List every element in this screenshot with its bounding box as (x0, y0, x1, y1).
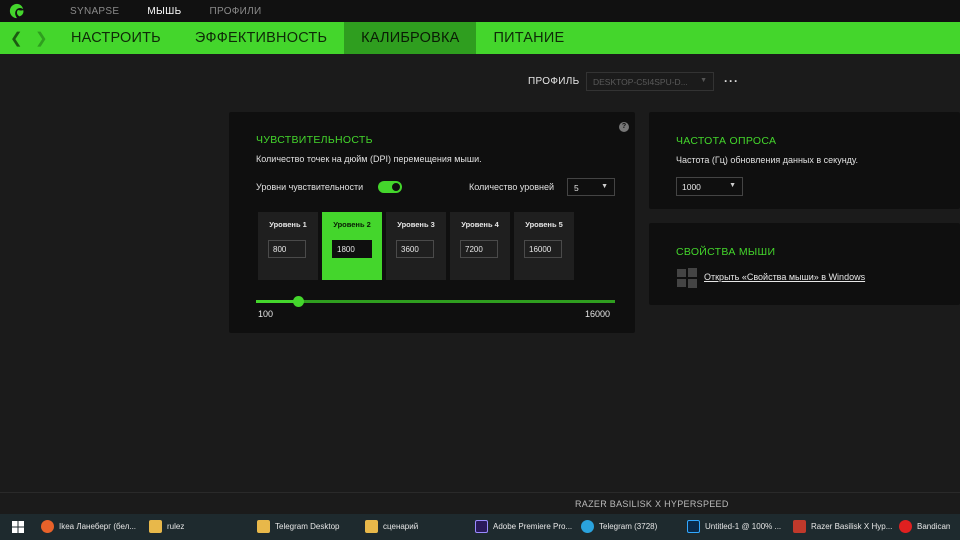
more-options-icon[interactable]: ··· (724, 74, 739, 88)
taskbar-label: Telegram (3728) (599, 521, 658, 531)
taskbar-item-scenario[interactable]: сценарий (360, 514, 470, 540)
profile-label: ПРОФИЛЬ (528, 76, 580, 87)
dpi-slider-min: 100 (258, 309, 274, 319)
taskbar-item-firefox[interactable]: Ikea Ланеберг (бел... (36, 514, 144, 540)
taskbar-label: Adobe Premiere Pro... (493, 521, 573, 531)
nav-synapse[interactable]: SYNAPSE (70, 6, 119, 17)
forward-arrow-icon[interactable]: ❯ (35, 29, 48, 47)
premiere-icon (475, 519, 488, 533)
dpi-level-input[interactable]: 16000 (524, 240, 562, 258)
dpi-slider-max: 16000 (585, 309, 611, 319)
taskbar-item-telegram[interactable]: Telegram (3728) (576, 514, 682, 540)
tab-power[interactable]: ПИТАНИЕ (476, 22, 581, 54)
folder-icon (149, 519, 162, 533)
tab-calibration[interactable]: КАЛИБРОВКА (344, 22, 477, 54)
dpi-level-name: Уровень 4 (461, 220, 499, 229)
dpi-level-5[interactable]: Уровень 5 16000 (514, 212, 574, 280)
dpi-level-input[interactable]: 800 (268, 240, 306, 258)
dpi-level-3[interactable]: Уровень 3 3600 (386, 212, 446, 280)
polling-rate-select[interactable]: 1000 ▼ (676, 177, 743, 196)
razer-icon (793, 519, 806, 533)
nav-mouse[interactable]: МЫШЬ (147, 6, 181, 17)
dpi-level-input[interactable]: 7200 (460, 240, 498, 258)
bandicam-icon (899, 519, 912, 533)
polling-description: Частота (Гц) обновления данных в секунду… (676, 155, 859, 165)
windows-start-icon (12, 521, 24, 533)
tab-customize[interactable]: НАСТРОИТЬ (54, 22, 178, 54)
open-mouse-properties-link[interactable]: Открыть «Свойства мыши» в Windows (704, 272, 865, 282)
telegram-icon (581, 519, 594, 533)
level-count-label: Количество уровней (469, 182, 555, 192)
windows-taskbar: Ikea Ланеберг (бел... rulez Telegram Des… (0, 514, 960, 540)
dpi-level-name: Уровень 1 (269, 220, 307, 229)
dpi-level-name: Уровень 3 (397, 220, 435, 229)
top-bar: SYNAPSE МЫШЬ ПРОФИЛИ (0, 0, 960, 22)
tab-performance[interactable]: ЭФФЕКТИВНОСТЬ (178, 22, 344, 54)
dpi-level-input[interactable]: 3600 (396, 240, 434, 258)
nav-profiles[interactable]: ПРОФИЛИ (209, 6, 261, 17)
dpi-level-1[interactable]: Уровень 1 800 (258, 212, 318, 280)
taskbar-label: Ikea Ланеберг (бел... (59, 521, 137, 531)
chevron-down-icon: ▼ (601, 183, 608, 190)
start-button[interactable] (0, 514, 36, 540)
taskbar-item-photoshop[interactable]: Untitled-1 @ 100% ... (682, 514, 788, 540)
firefox-icon (41, 519, 54, 533)
device-status-bar: RAZER BASILISK X HYPERSPEED (0, 492, 960, 514)
dpi-level-4[interactable]: Уровень 4 7200 (450, 212, 510, 280)
polling-rate-value: 1000 (682, 182, 701, 192)
sensitivity-levels-label: Уровни чувствительности (256, 182, 364, 192)
taskbar-item-bandicam[interactable]: Bandicam (894, 514, 950, 540)
dpi-level-name: Уровень 2 (333, 220, 371, 229)
taskbar-item-rulez[interactable]: rulez (144, 514, 252, 540)
toggle-knob (391, 182, 401, 192)
razer-logo-icon (9, 3, 24, 19)
chevron-down-icon: ▼ (729, 182, 736, 189)
photoshop-icon (687, 519, 700, 533)
folder-icon (257, 519, 270, 533)
dpi-level-name: Уровень 5 (525, 220, 563, 229)
taskbar-label: Telegram Desktop (275, 521, 340, 531)
taskbar-label: Bandicam (917, 521, 950, 531)
taskbar-label: rulez (167, 521, 185, 531)
sensitivity-title: ЧУВСТВИТЕЛЬНОСТЬ (256, 134, 373, 146)
sensitivity-panel: ЧУВСТВИТЕЛЬНОСТЬ ? Количество точек на д… (229, 112, 635, 333)
sensitivity-description: Количество точек на дюйм (DPI) перемещен… (256, 154, 482, 164)
help-icon[interactable]: ? (619, 122, 629, 132)
dpi-level-2[interactable]: Уровень 2 1800 (322, 212, 382, 280)
dpi-slider-track[interactable] (256, 300, 615, 303)
profile-select[interactable]: DESKTOP-C5I4SPU-D... ▼ (586, 72, 714, 91)
dpi-level-input[interactable]: 1800 (332, 240, 372, 258)
back-arrow-icon[interactable]: ❮ (10, 29, 23, 47)
taskbar-item-telegram-folder[interactable]: Telegram Desktop (252, 514, 360, 540)
device-name: RAZER BASILISK X HYPERSPEED (575, 499, 729, 509)
polling-panel: ЧАСТОТА ОПРОСА Частота (Гц) обновления д… (649, 112, 960, 209)
windows-icon (677, 268, 697, 288)
folder-icon (365, 519, 378, 533)
taskbar-item-razer[interactable]: Razer Basilisk X Hyp... (788, 514, 894, 540)
level-count-value: 5 (574, 183, 579, 193)
taskbar-label: сценарий (383, 521, 419, 531)
taskbar-label: Razer Basilisk X Hyp... (811, 521, 893, 531)
chevron-down-icon: ▼ (700, 77, 707, 84)
dpi-slider-handle[interactable] (293, 296, 304, 307)
top-nav: SYNAPSE МЫШЬ ПРОФИЛИ (70, 0, 290, 22)
mouse-properties-title: СВОЙСТВА МЫШИ (676, 246, 776, 258)
taskbar-label: Untitled-1 @ 100% ... (705, 521, 782, 531)
taskbar-item-premiere[interactable]: Adobe Premiere Pro... (470, 514, 576, 540)
polling-title: ЧАСТОТА ОПРОСА (676, 135, 777, 147)
tab-bar: ❮ ❯ НАСТРОИТЬ ЭФФЕКТИВНОСТЬ КАЛИБРОВКА П… (0, 22, 960, 54)
dpi-levels: Уровень 1 800 Уровень 2 1800 Уровень 3 3… (258, 212, 574, 280)
profile-value: DESKTOP-C5I4SPU-D... (593, 77, 688, 87)
level-count-select[interactable]: 5 ▼ (567, 178, 615, 196)
mouse-properties-panel: СВОЙСТВА МЫШИ Открыть «Свойства мыши» в … (649, 223, 960, 305)
sensitivity-levels-toggle[interactable] (378, 181, 402, 193)
